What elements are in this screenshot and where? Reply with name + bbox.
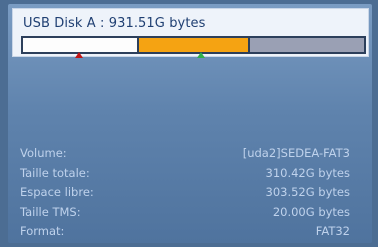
info-row-format: Format: FAT32 (20, 224, 350, 244)
info-label: Taille TMS: (20, 204, 81, 219)
info-value: 303.52G bytes (265, 185, 351, 199)
usage-segment-tms (250, 38, 364, 52)
info-label: Format: (20, 224, 65, 238)
disk-header: USB Disk A : 931.51G bytes (12, 8, 369, 58)
info-label: Espace libre: (20, 185, 94, 199)
green-marker-icon (197, 52, 205, 58)
partition-info: Volume: [uda2]SEDEA-FAT3 Taille totale: … (20, 146, 350, 244)
info-value: 20.00G bytes (272, 204, 350, 219)
info-row-volume: Volume: [uda2]SEDEA-FAT3 (20, 146, 350, 166)
red-marker-icon (75, 52, 83, 58)
usage-segment-free (23, 38, 137, 52)
disk-usage-bar (21, 36, 366, 54)
info-value: [uda2]SEDEA-FAT3 (242, 146, 350, 160)
info-label: Taille totale: (20, 165, 90, 180)
info-row-tms-size: Taille TMS: 20.00G bytes (20, 205, 350, 225)
disk-info-panel: USB Disk A : 931.51G bytes Volume: [uda2… (8, 4, 372, 243)
info-label: Volume: (20, 146, 67, 160)
usage-segment-used (136, 38, 251, 52)
disk-title: USB Disk A : 931.51G bytes (23, 16, 206, 31)
info-value: 310.42G bytes (265, 165, 351, 180)
info-row-free-space: Espace libre: 303.52G bytes (20, 185, 350, 205)
info-row-total-size: Taille totale: 310.42G bytes (20, 166, 350, 186)
info-value: FAT32 (315, 224, 350, 238)
